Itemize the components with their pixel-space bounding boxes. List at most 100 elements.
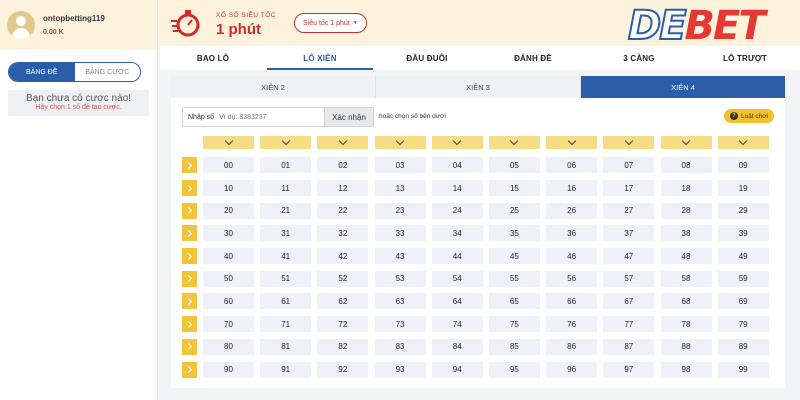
number-cell[interactable]: 75 xyxy=(488,316,540,333)
number-cell[interactable]: 03 xyxy=(374,157,426,174)
number-cell[interactable]: 33 xyxy=(374,225,426,242)
number-cell[interactable]: 84 xyxy=(431,338,483,355)
confirm-button[interactable]: Xác nhận xyxy=(324,107,374,127)
number-cell[interactable]: 80 xyxy=(203,338,254,355)
tab-dau-duoi[interactable]: ĐẦU ĐUÔI xyxy=(374,46,480,70)
number-cell[interactable]: 90 xyxy=(203,361,254,378)
tab-xien-3[interactable]: XIÊN 3 xyxy=(376,76,581,98)
tab-bang-de[interactable]: BẢNG ĐỀ xyxy=(9,63,75,81)
number-cell[interactable]: 61 xyxy=(260,293,312,310)
tab-lo-xien[interactable]: LÔ XIÊN xyxy=(267,46,373,70)
number-cell[interactable]: 02 xyxy=(317,157,369,174)
row-select-button[interactable] xyxy=(182,361,197,378)
number-cell[interactable]: 82 xyxy=(317,338,369,355)
number-cell[interactable]: 71 xyxy=(260,316,312,333)
number-cell[interactable]: 25 xyxy=(488,202,540,219)
number-cell[interactable]: 55 xyxy=(488,270,540,287)
tab-xien-4[interactable]: XIÊN 4 xyxy=(581,76,785,98)
number-cell[interactable]: 37 xyxy=(603,225,655,242)
number-cell[interactable]: 49 xyxy=(717,248,769,265)
row-select-button[interactable] xyxy=(182,316,197,333)
row-select-button[interactable] xyxy=(182,338,197,355)
row-select-button[interactable] xyxy=(182,157,197,174)
number-cell[interactable]: 29 xyxy=(717,202,769,219)
number-cell[interactable]: 96 xyxy=(546,361,598,378)
number-cell[interactable]: 48 xyxy=(660,248,712,265)
number-cell[interactable]: 67 xyxy=(603,293,655,310)
number-cell[interactable]: 17 xyxy=(603,180,655,197)
number-cell[interactable]: 30 xyxy=(203,225,254,242)
number-cell[interactable]: 53 xyxy=(374,270,426,287)
column-select-button[interactable] xyxy=(488,136,540,149)
number-cell[interactable]: 19 xyxy=(717,180,769,197)
number-cell[interactable]: 57 xyxy=(603,270,655,287)
number-cell[interactable]: 18 xyxy=(660,180,712,197)
tab-bang-cuoc[interactable]: BẢNG CƯỢC xyxy=(74,63,140,81)
number-cell[interactable]: 94 xyxy=(431,361,483,378)
number-cell[interactable]: 63 xyxy=(374,293,426,310)
number-cell[interactable]: 51 xyxy=(260,270,312,287)
number-cell[interactable]: 00 xyxy=(203,157,254,174)
number-cell[interactable]: 88 xyxy=(660,338,712,355)
number-cell[interactable]: 11 xyxy=(260,180,312,197)
number-cell[interactable]: 68 xyxy=(660,293,712,310)
row-select-button[interactable] xyxy=(182,180,197,197)
number-cell[interactable]: 92 xyxy=(317,361,369,378)
number-cell[interactable]: 24 xyxy=(431,202,483,219)
number-cell[interactable]: 16 xyxy=(546,180,598,197)
number-cell[interactable]: 70 xyxy=(203,316,254,333)
number-cell[interactable]: 34 xyxy=(431,225,483,242)
speed-select[interactable]: Siêu tốc 1 phút ▼ xyxy=(294,13,367,33)
number-cell[interactable]: 09 xyxy=(717,157,769,174)
number-cell[interactable]: 28 xyxy=(660,202,712,219)
number-cell[interactable]: 01 xyxy=(260,157,312,174)
number-cell[interactable]: 99 xyxy=(717,361,769,378)
column-select-button[interactable] xyxy=(374,136,426,149)
number-cell[interactable]: 72 xyxy=(317,316,369,333)
number-cell[interactable]: 26 xyxy=(546,202,598,219)
number-cell[interactable]: 73 xyxy=(374,316,426,333)
number-cell[interactable]: 59 xyxy=(717,270,769,287)
number-cell[interactable]: 95 xyxy=(488,361,540,378)
number-cell[interactable]: 12 xyxy=(317,180,369,197)
number-cell[interactable]: 31 xyxy=(260,225,312,242)
number-input[interactable] xyxy=(219,113,290,121)
number-cell[interactable]: 58 xyxy=(660,270,712,287)
number-cell[interactable]: 10 xyxy=(203,180,254,197)
number-cell[interactable]: 65 xyxy=(488,293,540,310)
number-cell[interactable]: 87 xyxy=(603,338,655,355)
number-cell[interactable]: 40 xyxy=(203,248,254,265)
number-cell[interactable]: 23 xyxy=(374,202,426,219)
number-cell[interactable]: 64 xyxy=(431,293,483,310)
number-cell[interactable]: 05 xyxy=(488,157,540,174)
column-select-button[interactable] xyxy=(603,136,655,149)
number-cell[interactable]: 66 xyxy=(546,293,598,310)
tab-xien-2[interactable]: XIÊN 2 xyxy=(171,76,376,98)
column-select-button[interactable] xyxy=(260,136,312,149)
number-cell[interactable]: 41 xyxy=(260,248,312,265)
row-select-button[interactable] xyxy=(182,225,197,242)
number-cell[interactable]: 20 xyxy=(203,202,254,219)
number-cell[interactable]: 50 xyxy=(203,270,254,287)
number-cell[interactable]: 42 xyxy=(317,248,369,265)
number-cell[interactable]: 62 xyxy=(317,293,369,310)
number-cell[interactable]: 27 xyxy=(603,202,655,219)
number-cell[interactable]: 89 xyxy=(717,338,769,355)
number-cell[interactable]: 22 xyxy=(317,202,369,219)
number-cell[interactable]: 14 xyxy=(431,180,483,197)
number-cell[interactable]: 04 xyxy=(431,157,483,174)
column-select-button[interactable] xyxy=(203,136,254,149)
row-select-button[interactable] xyxy=(182,270,197,287)
number-cell[interactable]: 69 xyxy=(717,293,769,310)
row-select-button[interactable] xyxy=(182,293,197,310)
number-cell[interactable]: 52 xyxy=(317,270,369,287)
number-cell[interactable]: 86 xyxy=(546,338,598,355)
number-cell[interactable]: 47 xyxy=(603,248,655,265)
column-select-button[interactable] xyxy=(717,136,769,149)
avatar[interactable] xyxy=(7,11,35,39)
number-cell[interactable]: 39 xyxy=(717,225,769,242)
number-cell[interactable]: 98 xyxy=(660,361,712,378)
number-cell[interactable]: 56 xyxy=(546,270,598,287)
number-cell[interactable]: 38 xyxy=(660,225,712,242)
number-cell[interactable]: 93 xyxy=(374,361,426,378)
